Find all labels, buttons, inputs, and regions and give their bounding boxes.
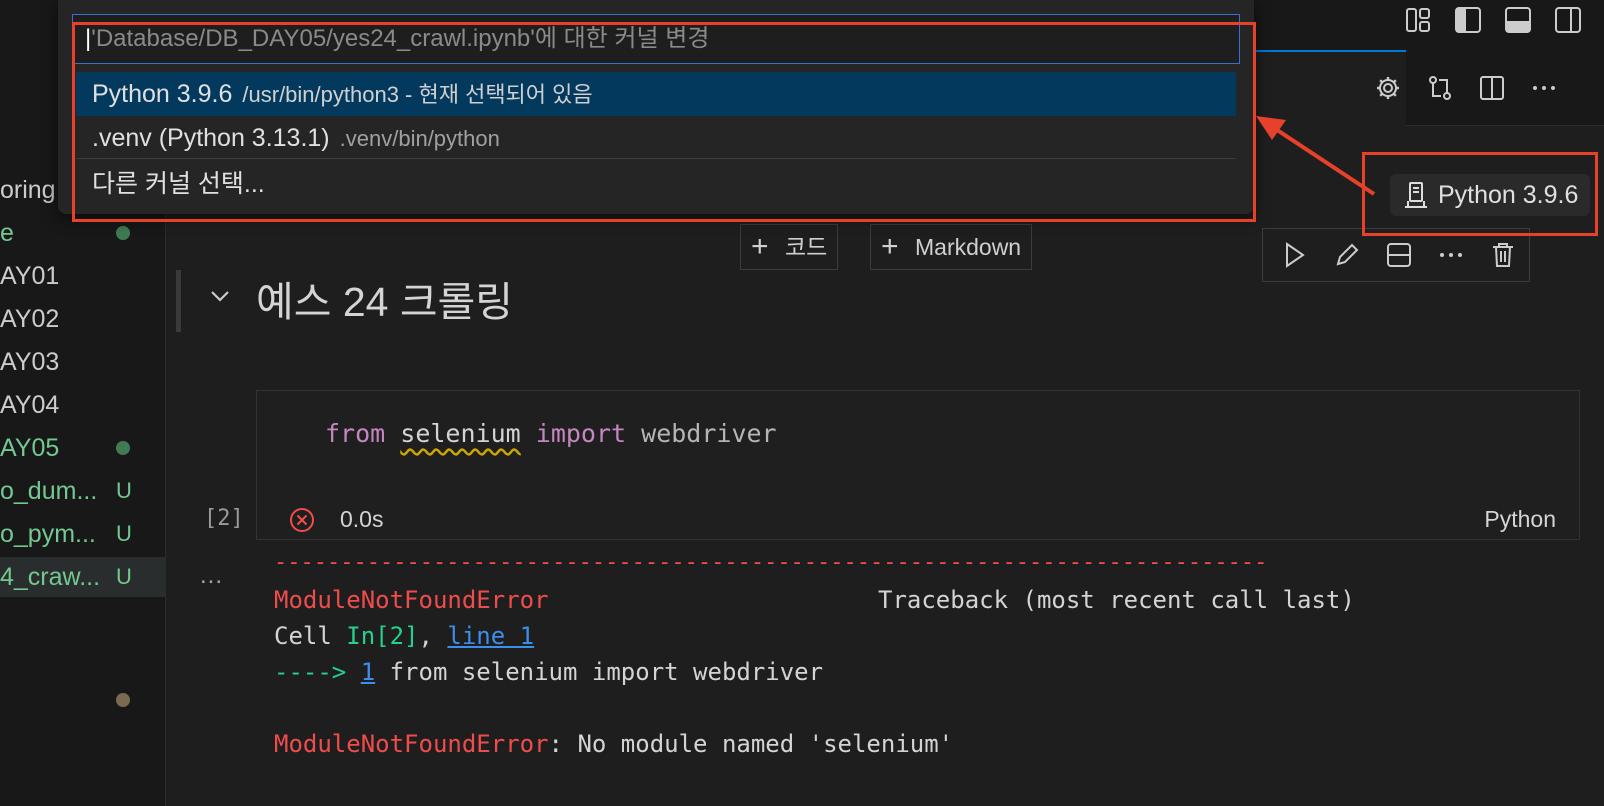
error-status-icon — [288, 506, 316, 539]
traceback-cell-line: Cell In[2], line 1 — [274, 622, 534, 650]
comma: , — [418, 622, 448, 650]
layout-controls — [1402, 4, 1584, 36]
cell-prefix: Cell — [274, 622, 347, 650]
final-error-name: ModuleNotFoundError — [274, 730, 549, 758]
split-cell-icon[interactable] — [1373, 233, 1425, 277]
module-name: selenium — [400, 419, 521, 448]
chevron-down-icon[interactable] — [206, 282, 234, 315]
execution-count: [2] — [204, 506, 244, 531]
error-message-line: ModuleNotFoundError: No module named 'se… — [274, 730, 953, 758]
sidebar-item-label: oring — [0, 176, 56, 204]
git-untracked-badge: U — [116, 478, 132, 503]
sidebar-item[interactable]: AY05 — [0, 428, 166, 468]
keyword-from: from — [325, 419, 386, 448]
final-error-message: : No module named 'selenium' — [548, 730, 954, 758]
annotation-highlight-box — [1362, 152, 1598, 236]
sidebar-item-label: AY04 — [0, 391, 60, 419]
sidebar-item-label: 4_craw... — [0, 563, 101, 591]
sidebar-item-label: AY03 — [0, 348, 60, 376]
toggle-secondary-sidebar-icon[interactable] — [1552, 4, 1584, 36]
modified-dot-icon — [116, 693, 130, 707]
traceback-separator: ----------------------------------------… — [274, 550, 1268, 575]
arrow-code: from selenium import webdriver — [375, 658, 824, 686]
execution-time: 0.0s — [340, 506, 384, 532]
sidebar-extra-indicator — [0, 680, 166, 720]
sidebar-item-label: AY02 — [0, 305, 60, 333]
compare-changes-icon[interactable] — [1414, 70, 1466, 106]
sidebar-item-label: e — [0, 219, 14, 247]
cell-ref: In[2] — [346, 622, 419, 650]
sidebar-item-label: o_dum... — [0, 477, 98, 505]
code-cell-editor[interactable]: from selenium import webdriver — [256, 390, 1580, 540]
add-code-label: 코드 — [785, 234, 828, 260]
markdown-heading[interactable]: 예스 24 크롤링 — [256, 268, 513, 328]
sidebar-item[interactable]: AY03 — [0, 342, 166, 382]
customize-layout-icon[interactable] — [1402, 4, 1434, 36]
add-markdown-label: Markdown — [915, 234, 1022, 260]
cell-language-button[interactable]: Python — [1484, 506, 1556, 533]
split-editor-icon[interactable] — [1466, 70, 1518, 106]
sidebar-item[interactable]: AY01 — [0, 256, 166, 296]
sidebar-item[interactable]: o_dum... U — [0, 471, 166, 511]
annotation-arrow-icon — [1256, 116, 1376, 196]
traceback-label: Traceback (most recent call last) — [878, 586, 1355, 614]
editor-actions — [1362, 70, 1570, 106]
more-cell-actions-icon[interactable] — [1425, 233, 1477, 277]
sidebar-item-label: AY05 — [0, 434, 60, 462]
cell-focus-indicator — [176, 270, 181, 332]
sidebar-item-label: AY01 — [0, 262, 60, 290]
sidebar-item[interactable]: o_pym... U — [0, 514, 166, 554]
imported-name: webdriver — [641, 419, 777, 448]
toggle-panel-icon[interactable] — [1502, 4, 1534, 36]
run-cell-icon[interactable] — [1269, 233, 1321, 277]
more-actions-icon[interactable] — [1518, 70, 1570, 106]
sidebar-item[interactable]: AY02 — [0, 299, 166, 339]
git-untracked-badge: U — [116, 521, 132, 546]
edit-pencil-icon[interactable] — [1321, 233, 1373, 277]
gear-icon[interactable] — [1362, 70, 1414, 106]
code-line[interactable]: from selenium import webdriver — [325, 419, 777, 448]
plus-icon: + — [881, 230, 899, 263]
keyword-import: import — [535, 419, 627, 448]
git-untracked-badge: U — [116, 564, 132, 589]
add-code-cell-button[interactable]: + 코드 — [740, 224, 839, 270]
git-modified-dot-icon — [116, 428, 130, 468]
annotation-highlight-box — [72, 22, 1256, 222]
line-number-link[interactable]: 1 — [361, 658, 375, 686]
sidebar-item-label: o_pym... — [0, 520, 96, 548]
arrow: ----> — [274, 658, 361, 686]
sidebar-item[interactable]: AY04 — [0, 385, 166, 425]
cell-toolbar — [1262, 228, 1530, 282]
error-name: ModuleNotFoundError — [274, 586, 549, 614]
line-link[interactable]: line 1 — [447, 622, 534, 650]
plus-icon: + — [751, 230, 769, 263]
sidebar-item[interactable]: 4_craw... U — [0, 557, 166, 597]
traceback-header: ModuleNotFoundError — [274, 586, 549, 614]
delete-cell-trash-icon[interactable] — [1477, 233, 1529, 277]
output-actions-ellipsis[interactable]: ... — [200, 562, 223, 590]
toggle-primary-sidebar-icon[interactable] — [1452, 4, 1484, 36]
add-markdown-cell-button[interactable]: + Markdown — [870, 224, 1033, 270]
traceback-code-line: ----> 1 from selenium import webdriver — [274, 658, 823, 686]
